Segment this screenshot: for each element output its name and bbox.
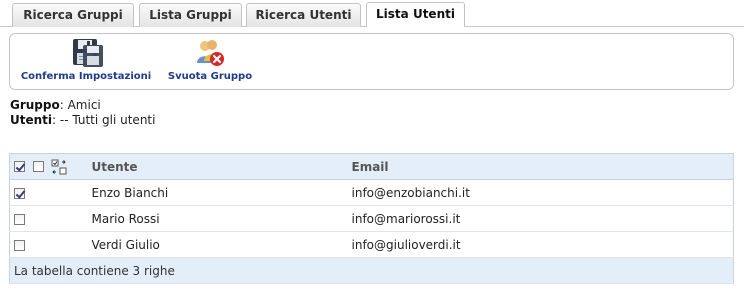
users-table: Utente Email Enzo Bianchi info@enzobianc… <box>9 153 734 284</box>
users-info: Utenti: -- Tutti gli utenti <box>10 113 155 127</box>
invert-selection-icon[interactable] <box>51 159 67 175</box>
column-header-email[interactable]: Email <box>342 153 734 180</box>
group-label: Gruppo <box>10 98 60 112</box>
table-header-row: Utente Email <box>9 153 734 180</box>
users-remove-icon <box>197 40 224 66</box>
user-email-cell: info@mariorossi.it <box>342 205 734 232</box>
users-label: Utenti <box>10 113 53 127</box>
group-value: : Amici <box>59 98 101 112</box>
group-info: Gruppo: Amici <box>10 98 101 112</box>
tab-lista-utenti[interactable]: Lista Utenti <box>366 2 465 27</box>
row-checkbox[interactable] <box>14 239 25 251</box>
row-checkbox[interactable] <box>14 213 25 225</box>
selection-header <box>9 153 83 180</box>
tab-lista-gruppi[interactable]: Lista Gruppi <box>139 3 242 27</box>
tab-bar: Ricerca Gruppi Lista Gruppi Ricerca Uten… <box>0 0 744 27</box>
row-checkbox[interactable] <box>14 187 25 199</box>
user-name-cell: Mario Rossi <box>82 205 343 232</box>
tab-ricerca-gruppi[interactable]: Ricerca Gruppi <box>12 3 134 27</box>
save-settings-button[interactable]: Conferma Impostazioni <box>18 37 154 82</box>
floppy-disk-icon <box>73 39 103 67</box>
row-count-text: La tabella contiene 3 righe <box>9 257 734 284</box>
empty-group-label: Svuota Gruppo <box>167 71 253 82</box>
user-email-cell: info@giulioverdi.it <box>342 231 734 258</box>
table-row[interactable]: Verdi Giulio info@giulioverdi.it <box>9 231 734 258</box>
empty-group-button[interactable]: Svuota Gruppo <box>160 37 260 82</box>
table-row[interactable]: Enzo Bianchi info@enzobianchi.it <box>9 179 734 206</box>
column-header-utente[interactable]: Utente <box>82 153 343 180</box>
user-name-cell: Verdi Giulio <box>82 231 343 258</box>
toolbar-panel: Conferma Impostazioni Svuota Gruppo <box>9 33 734 90</box>
table-footer-row: La tabella contiene 3 righe <box>9 257 734 284</box>
save-settings-label: Conferma Impostazioni <box>20 71 152 82</box>
select-none-checkbox[interactable] <box>33 161 45 172</box>
table-row[interactable]: Mario Rossi info@mariorossi.it <box>9 205 734 232</box>
select-all-checkbox[interactable] <box>14 161 25 172</box>
user-email-cell: info@enzobianchi.it <box>342 179 734 206</box>
users-value: : -- Tutti gli utenti <box>52 113 156 127</box>
tab-ricerca-utenti[interactable]: Ricerca Utenti <box>246 3 361 27</box>
user-name-cell: Enzo Bianchi <box>82 179 343 206</box>
